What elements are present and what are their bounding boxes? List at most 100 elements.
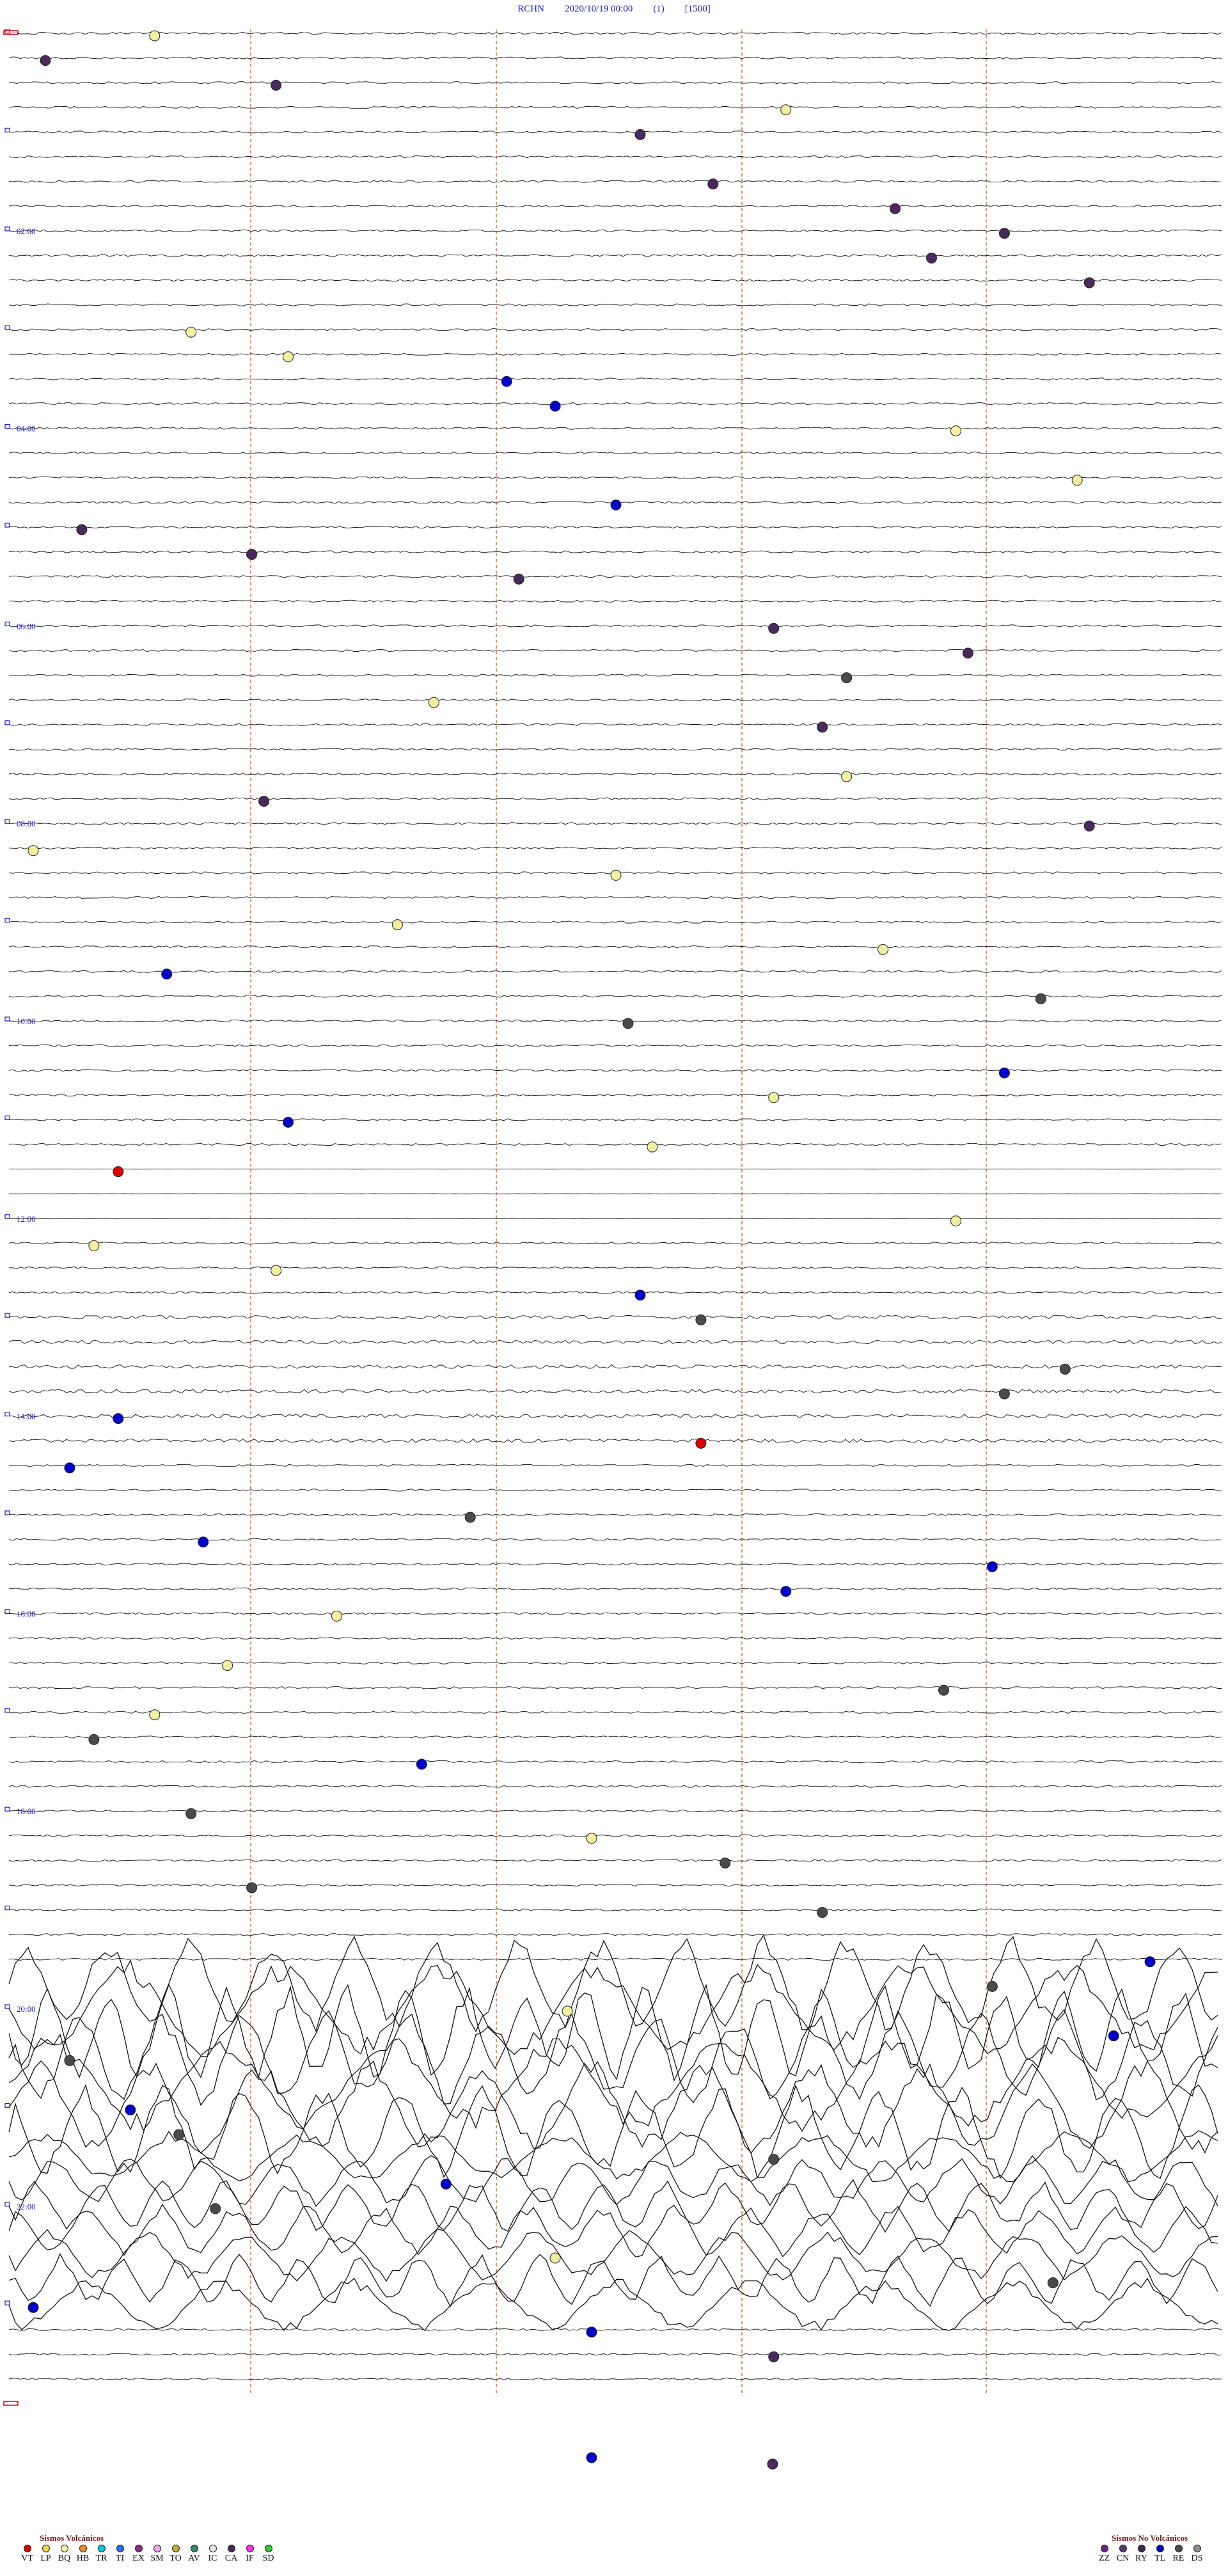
time-label: 12:00 [17,1214,36,1224]
hour-tick [4,2300,10,2305]
time-label: 14:00 [17,1412,36,1421]
hour-tick [4,423,10,429]
seismic-trace [8,649,1222,652]
seismic-trace [8,303,1222,306]
hour-tick [4,1313,10,1318]
event-dot [767,2458,778,2470]
legend-item-ic: IC [203,2545,222,2564]
seismic-trace [8,402,1222,406]
legend-code: IF [246,2554,254,2563]
legend-code: TR [95,2554,107,2563]
legend-item-ca: CA [222,2545,240,2564]
event-dot [720,1857,731,1869]
event-dot [1047,2277,1059,2289]
time-label: 16:00 [17,1609,36,1618]
hour-markers: 02:00 04:00 06:00 08:00 10:00 12:00 14:00 16:00… [3,29,36,2406]
seismic-trace [8,1142,1222,1146]
seismic-trace [8,1438,1222,1443]
event-dot [113,1166,124,1178]
hour-tick [4,325,10,330]
event-dot [64,1462,75,1474]
event-dot [986,1561,998,1572]
legend-dot [209,2545,217,2552]
seismic-trace [8,106,1222,109]
seismic-trace [8,1291,1222,1294]
seismic-trace [8,921,1222,924]
seismic-trace [8,1686,1222,1689]
seismic-trace [8,1834,1222,1837]
event-dot [622,1018,634,1029]
event-dot [768,1092,780,1103]
event-dot [271,1265,282,1276]
seismic-trace [8,1242,1222,1245]
seismic-trace [8,31,1222,35]
legend-item-tr: TR [92,2545,111,2564]
legend-item-if: IF [240,2545,259,2564]
event-dot [185,1808,197,1819]
legend-code: IC [208,2554,217,2563]
seismic-trace [8,1389,1222,1394]
hour-tick [4,2202,10,2207]
seismic-trace [8,2253,1218,2308]
legend-code: CA [224,2554,238,2563]
event-dot [695,1437,707,1449]
time-label: 08:00 [17,819,36,828]
seismic-trace [8,1339,1222,1345]
seismic-trace [8,1612,1222,1615]
legend-item-ex: EX [129,2545,148,2564]
legend-code: SD [262,2554,274,2563]
legend-item-lp: LP [36,2545,55,2564]
event-dot [76,524,88,535]
event-dot [817,722,828,733]
legend-dot [23,2545,31,2552]
legend-dot [97,2545,106,2552]
legend-code: RE [1172,2554,1185,2563]
seismic-trace [8,2277,1218,2332]
time-label: 18:00 [17,1806,36,1816]
event-dot [950,425,961,437]
legend-volcanic-title: Sismos Volcánicos [40,2533,104,2543]
hour-tick [4,1708,10,1713]
event-dot [1059,1363,1071,1375]
seismic-trace [8,1266,1222,1270]
event-dot [501,375,512,387]
legend-item-bq: BQ [55,2545,74,2564]
event-dot [586,2452,597,2463]
event-dot [222,1660,233,1671]
seismic-trace [8,1489,1222,1492]
legend-code: EX [132,2554,145,2563]
seismic-trace [8,2228,1218,2282]
event-dot [271,79,282,91]
seismic-trace [8,822,1222,825]
seismic-trace [8,624,1222,628]
event-dot [998,1067,1010,1079]
event-dot [878,944,889,955]
legend-dot [264,2545,272,2552]
seismic-trace [8,674,1222,677]
event-dot [986,1980,998,1992]
end-marker [3,2401,19,2406]
event-dot [185,326,197,338]
seismic-trace [8,699,1222,702]
seismic-trace [8,352,1222,356]
seismic-trace [8,1636,1222,1640]
seismic-trace [8,180,1222,183]
seismic-trace [8,155,1222,159]
legend-item-cn: CN [1114,2545,1132,2564]
seismic-trace [8,229,1222,232]
seismic-trace [8,254,1222,257]
legend-dot [60,2545,68,2552]
legend-code: DS [1191,2554,1203,2563]
hour-tick [4,127,10,132]
seismic-trace [8,525,1222,529]
event-dot [647,1141,658,1153]
hour-tick [4,2004,10,2009]
seismic-trace [8,748,1222,751]
legend-dot [1174,2545,1183,2552]
legend-code: HB [76,2554,90,2563]
seismogram-plot: 02:00 04:00 06:00 08:00 10:00 12:00 14:00 16:00… [3,29,1222,2470]
legend-dot [1193,2545,1201,2552]
legend-item-zz: ZZ [1095,2545,1114,2564]
event-dot [950,1215,961,1227]
gain-value: [1500] [684,4,711,14]
